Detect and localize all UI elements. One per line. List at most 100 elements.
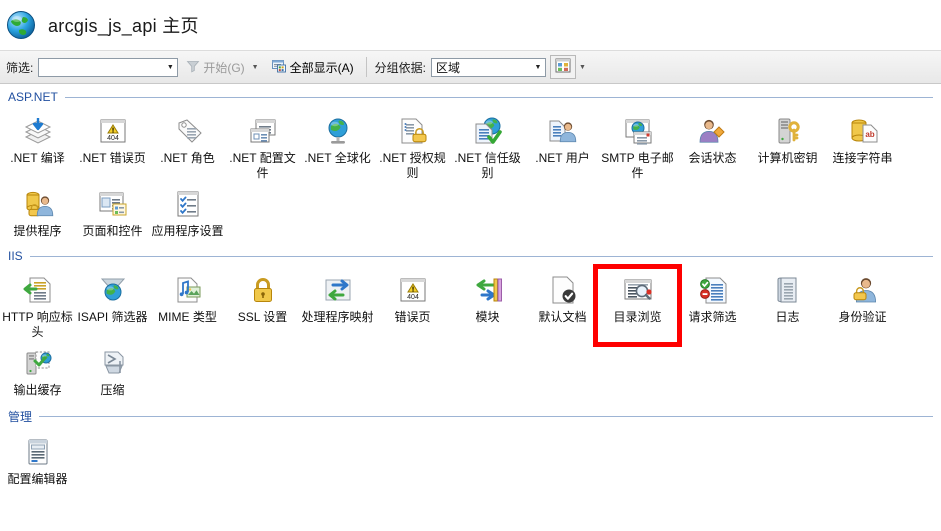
feature-tile-label: 提供程序 [13, 224, 62, 238]
group-divider [39, 416, 933, 417]
directory-browsing-icon [621, 273, 655, 307]
feature-tile[interactable]: 404 错误页 [375, 269, 450, 342]
feature-tile[interactable]: 会话状态 [675, 110, 750, 183]
feature-tile-label: 页面和控件 [82, 224, 143, 238]
feature-tile-label: 身份验证 [838, 310, 887, 324]
feature-tile[interactable]: .NET 角色 [150, 110, 225, 183]
error-pages-404-icon: 404 [96, 114, 130, 148]
feature-tile[interactable]: SSL 设置 [225, 269, 300, 342]
filter-label: 筛选: [6, 60, 34, 75]
isapi-filters-icon [96, 273, 130, 307]
svg-text:ab: ab [865, 130, 874, 139]
groupby-label: 分组依据: [374, 60, 426, 75]
feature-tile[interactable]: SMTP 电子邮件 [600, 110, 675, 183]
feature-tile[interactable]: 应用程序设置 [150, 183, 225, 241]
feature-tile[interactable]: 身份验证 [825, 269, 900, 342]
profile-icon [246, 114, 280, 148]
feature-tile[interactable]: .NET 配置文件 [225, 110, 300, 183]
feature-tile-label: 输出缓存 [13, 383, 62, 397]
smtp-email-icon [621, 114, 655, 148]
feature-tile[interactable]: 提供程序 [0, 183, 75, 241]
output-caching-icon [21, 346, 55, 380]
group-title: 管理 [8, 410, 33, 424]
show-all-icon [271, 59, 287, 76]
show-all-button[interactable]: 全部显示(A) [268, 56, 358, 78]
configuration-editor-icon [21, 435, 55, 469]
feature-tile[interactable]: 日志 [750, 269, 825, 342]
feature-tile-label: MIME 类型 [158, 310, 217, 324]
feature-tile-label: SSL 设置 [237, 310, 288, 324]
feature-tile-label: ISAPI 筛选器 [77, 310, 148, 324]
feature-tile-label: .NET 角色 [160, 151, 215, 165]
feature-group: ASP.NET .NET 编译 404 .NET 错误页 .NET 角色 .NET 配置文… [0, 84, 941, 243]
compression-icon [96, 346, 130, 380]
chevron-down-icon[interactable]: ▼ [163, 59, 177, 76]
view-mode-button[interactable] [549, 55, 576, 79]
logging-book-icon [771, 273, 805, 307]
feature-tile[interactable]: 模块 [450, 269, 525, 342]
feature-tile[interactable]: .NET 用户 [525, 110, 600, 183]
authentication-icon [846, 273, 880, 307]
feature-group: 管理 配置编辑器 [0, 402, 941, 491]
filter-input[interactable]: ▼ [38, 57, 179, 77]
feature-tile[interactable]: 请求筛选 [675, 269, 750, 342]
feature-tile[interactable]: 页面和控件 [75, 183, 150, 241]
feature-group: IIS HTTP 响应标头 ISAPI 筛选器 MIME 类型 SSL 设置 处理程序映射… [0, 243, 941, 402]
error-pages-404-icon: 404 [396, 273, 430, 307]
feature-tile-label: 默认文档 [538, 310, 587, 324]
toolbar-divider [365, 57, 367, 77]
chevron-down-icon[interactable]: ▼ [531, 59, 545, 76]
feature-tile[interactable]: 输出缓存 [0, 342, 75, 400]
providers-icon [21, 187, 55, 221]
feature-tile[interactable]: 404 .NET 错误页 [75, 110, 150, 183]
feature-tile-label: 请求筛选 [688, 310, 737, 324]
feature-tile[interactable]: 配置编辑器 [0, 431, 75, 489]
group-title: IIS [8, 249, 23, 263]
feature-tile[interactable]: 计算机密钥 [750, 110, 825, 183]
group-header: 管理 [0, 402, 941, 427]
svg-text:404: 404 [107, 135, 119, 142]
go-dropdown-chevron-icon[interactable]: ▼ [252, 64, 259, 71]
feature-tile[interactable]: HTTP 响应标头 [0, 269, 75, 342]
feature-tile-label: 配置编辑器 [7, 472, 68, 486]
feature-tile[interactable]: 默认文档 [525, 269, 600, 342]
feature-tile-label: 错误页 [394, 310, 431, 324]
feature-tile-label: .NET 用户 [535, 151, 590, 165]
feature-tile-label: .NET 信任级别 [454, 151, 521, 180]
feature-tile-label: .NET 编译 [10, 151, 65, 165]
feature-tile[interactable]: ab 连接字符串 [825, 110, 900, 183]
view-mode-chevron-icon[interactable]: ▼ [579, 64, 586, 71]
feature-tile-label: .NET 错误页 [79, 151, 146, 165]
app-settings-icon [171, 187, 205, 221]
modules-icon [471, 273, 505, 307]
http-response-headers-icon [21, 273, 55, 307]
pages-controls-icon [96, 187, 130, 221]
view-mode-icon [555, 58, 571, 76]
groupby-select[interactable]: 区域 ▼ [430, 57, 546, 77]
go-button-label: 开始(G) [203, 60, 245, 75]
go-button[interactable]: 开始(G) [182, 56, 248, 78]
feature-tile[interactable]: ISAPI 筛选器 [75, 269, 150, 342]
title-bar: arcgis_js_api 主页 [0, 0, 941, 50]
group-divider [29, 255, 933, 257]
feature-tile[interactable]: MIME 类型 [150, 269, 225, 342]
session-state-icon [696, 114, 730, 148]
feature-tile[interactable]: .NET 全球化 [300, 110, 375, 183]
feature-tile[interactable]: .NET 信任级别 [450, 110, 525, 183]
show-all-button-label: 全部显示(A) [289, 60, 354, 75]
feature-tile[interactable]: 处理程序映射 [300, 269, 375, 342]
feature-tile-label: 连接字符串 [832, 151, 893, 165]
request-filtering-icon [696, 273, 730, 307]
ssl-settings-lock-icon [246, 273, 280, 307]
feature-tile-list: .NET 编译 404 .NET 错误页 .NET 角色 .NET 配置文件 .NET 全… [0, 106, 941, 243]
compilation-icon [21, 114, 55, 148]
toolbar: 筛选: ▼ 开始(G) ▼ 全部显示(A) 分组依据: 区域 ▼ ▼ [0, 50, 941, 84]
feature-tile[interactable]: .NET 授权规则 [375, 110, 450, 183]
feature-tile-label: 日志 [775, 310, 800, 324]
group-header: IIS [0, 243, 941, 265]
feature-tile[interactable]: 目录浏览 [600, 269, 675, 342]
trust-levels-check-icon [471, 114, 505, 148]
feature-tile[interactable]: 压缩 [75, 342, 150, 400]
globalization-globe-icon [321, 114, 355, 148]
feature-tile[interactable]: .NET 编译 [0, 110, 75, 183]
